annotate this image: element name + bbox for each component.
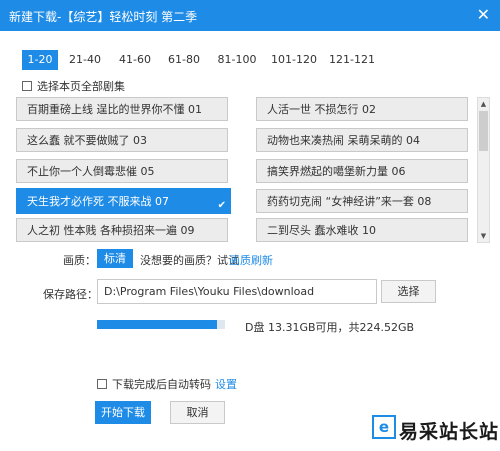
tab-1-20[interactable]: 1-20 <box>22 50 58 70</box>
watermark-logo-icon: e <box>372 415 396 439</box>
auto-transcode-row[interactable]: 下载完成后自动转码 设置 <box>97 376 237 392</box>
episode-item-07-label: 天生我才必作死 不服来战 07 <box>27 195 169 208</box>
disk-usage-bar <box>97 320 225 329</box>
disk-space-text: D盘 13.31GB可用，共224.52GB <box>245 321 415 334</box>
episode-item-06[interactable]: 搞笑界燃起的噶堡新力量 06 <box>256 159 468 183</box>
episode-list-scrollbar[interactable]: ▲ ▼ <box>477 97 490 243</box>
title-bar: 新建下载-【综艺】轻松时刻 第二季 ✕ <box>0 0 500 31</box>
save-path-label: 保存路径： <box>43 288 98 301</box>
auto-transcode-checkbox[interactable] <box>97 379 107 389</box>
start-download-button[interactable]: 开始下载 <box>95 401 151 424</box>
episode-list: 百期重磅上线 逞比的世界你不懂 01 人活一世 不损怎行 02 这么蠢 就不要做… <box>14 96 484 244</box>
tab-21-40[interactable]: 21-40 <box>67 50 103 70</box>
episode-item-07[interactable]: 天生我才必作死 不服来战 07 ✔ <box>16 188 231 214</box>
watermark: e 易采站长站 <box>372 412 500 451</box>
quality-label: 画质： <box>63 254 96 267</box>
tab-121-121[interactable]: 121-121 <box>328 50 376 70</box>
checkmark-icon: ✔ <box>217 200 226 211</box>
tab-61-80[interactable]: 61-80 <box>166 50 202 70</box>
tab-101-120[interactable]: 101-120 <box>270 50 318 70</box>
episode-item-04[interactable]: 动物也来凑热闹 呆萌呆萌的 04 <box>256 128 468 152</box>
episode-item-08[interactable]: 药药切克闹 “女神经讲”来一套 08 <box>256 189 468 213</box>
tab-81-100[interactable]: 81-100 <box>216 50 258 70</box>
select-all-row[interactable]: 选择本页全部剧集 <box>22 78 125 94</box>
episode-item-01[interactable]: 百期重磅上线 逞比的世界你不懂 01 <box>16 97 228 121</box>
tab-41-60[interactable]: 41-60 <box>117 50 153 70</box>
auto-transcode-label: 下载完成后自动转码 <box>112 378 211 391</box>
episode-item-05[interactable]: 不止你一个人倒霉悲催 05 <box>16 159 228 183</box>
episode-item-09[interactable]: 人之初 性本贱 各种损招来一遍 09 <box>16 218 228 242</box>
transcode-settings-link[interactable]: 设置 <box>215 378 237 391</box>
watermark-text: 易采站长站 <box>399 421 500 443</box>
quality-refresh-link[interactable]: 画质刷新 <box>229 252 273 268</box>
episode-item-10[interactable]: 二到尽头 蠢水难收 10 <box>256 218 468 242</box>
select-all-label: 选择本页全部剧集 <box>37 80 125 93</box>
select-all-checkbox[interactable] <box>22 81 32 91</box>
quality-option-button[interactable]: 标清 <box>97 249 133 268</box>
save-path-input[interactable] <box>97 279 377 304</box>
browse-button[interactable]: 选择 <box>381 280 436 303</box>
disk-usage-fill <box>97 320 218 329</box>
scroll-up-icon[interactable]: ▲ <box>478 98 489 110</box>
scroll-down-icon[interactable]: ▼ <box>478 230 489 242</box>
quality-hint: 没想要的画质？试试 <box>140 254 239 267</box>
cancel-button[interactable]: 取消 <box>170 401 225 424</box>
episode-item-02[interactable]: 人活一世 不损怎行 02 <box>256 97 468 121</box>
episode-item-03[interactable]: 这么蠢 就不要做贼了 03 <box>16 128 228 152</box>
close-icon[interactable]: ✕ <box>477 5 490 24</box>
window-title: 新建下载-【综艺】轻松时刻 第二季 <box>9 10 198 24</box>
scroll-thumb[interactable] <box>479 111 488 151</box>
